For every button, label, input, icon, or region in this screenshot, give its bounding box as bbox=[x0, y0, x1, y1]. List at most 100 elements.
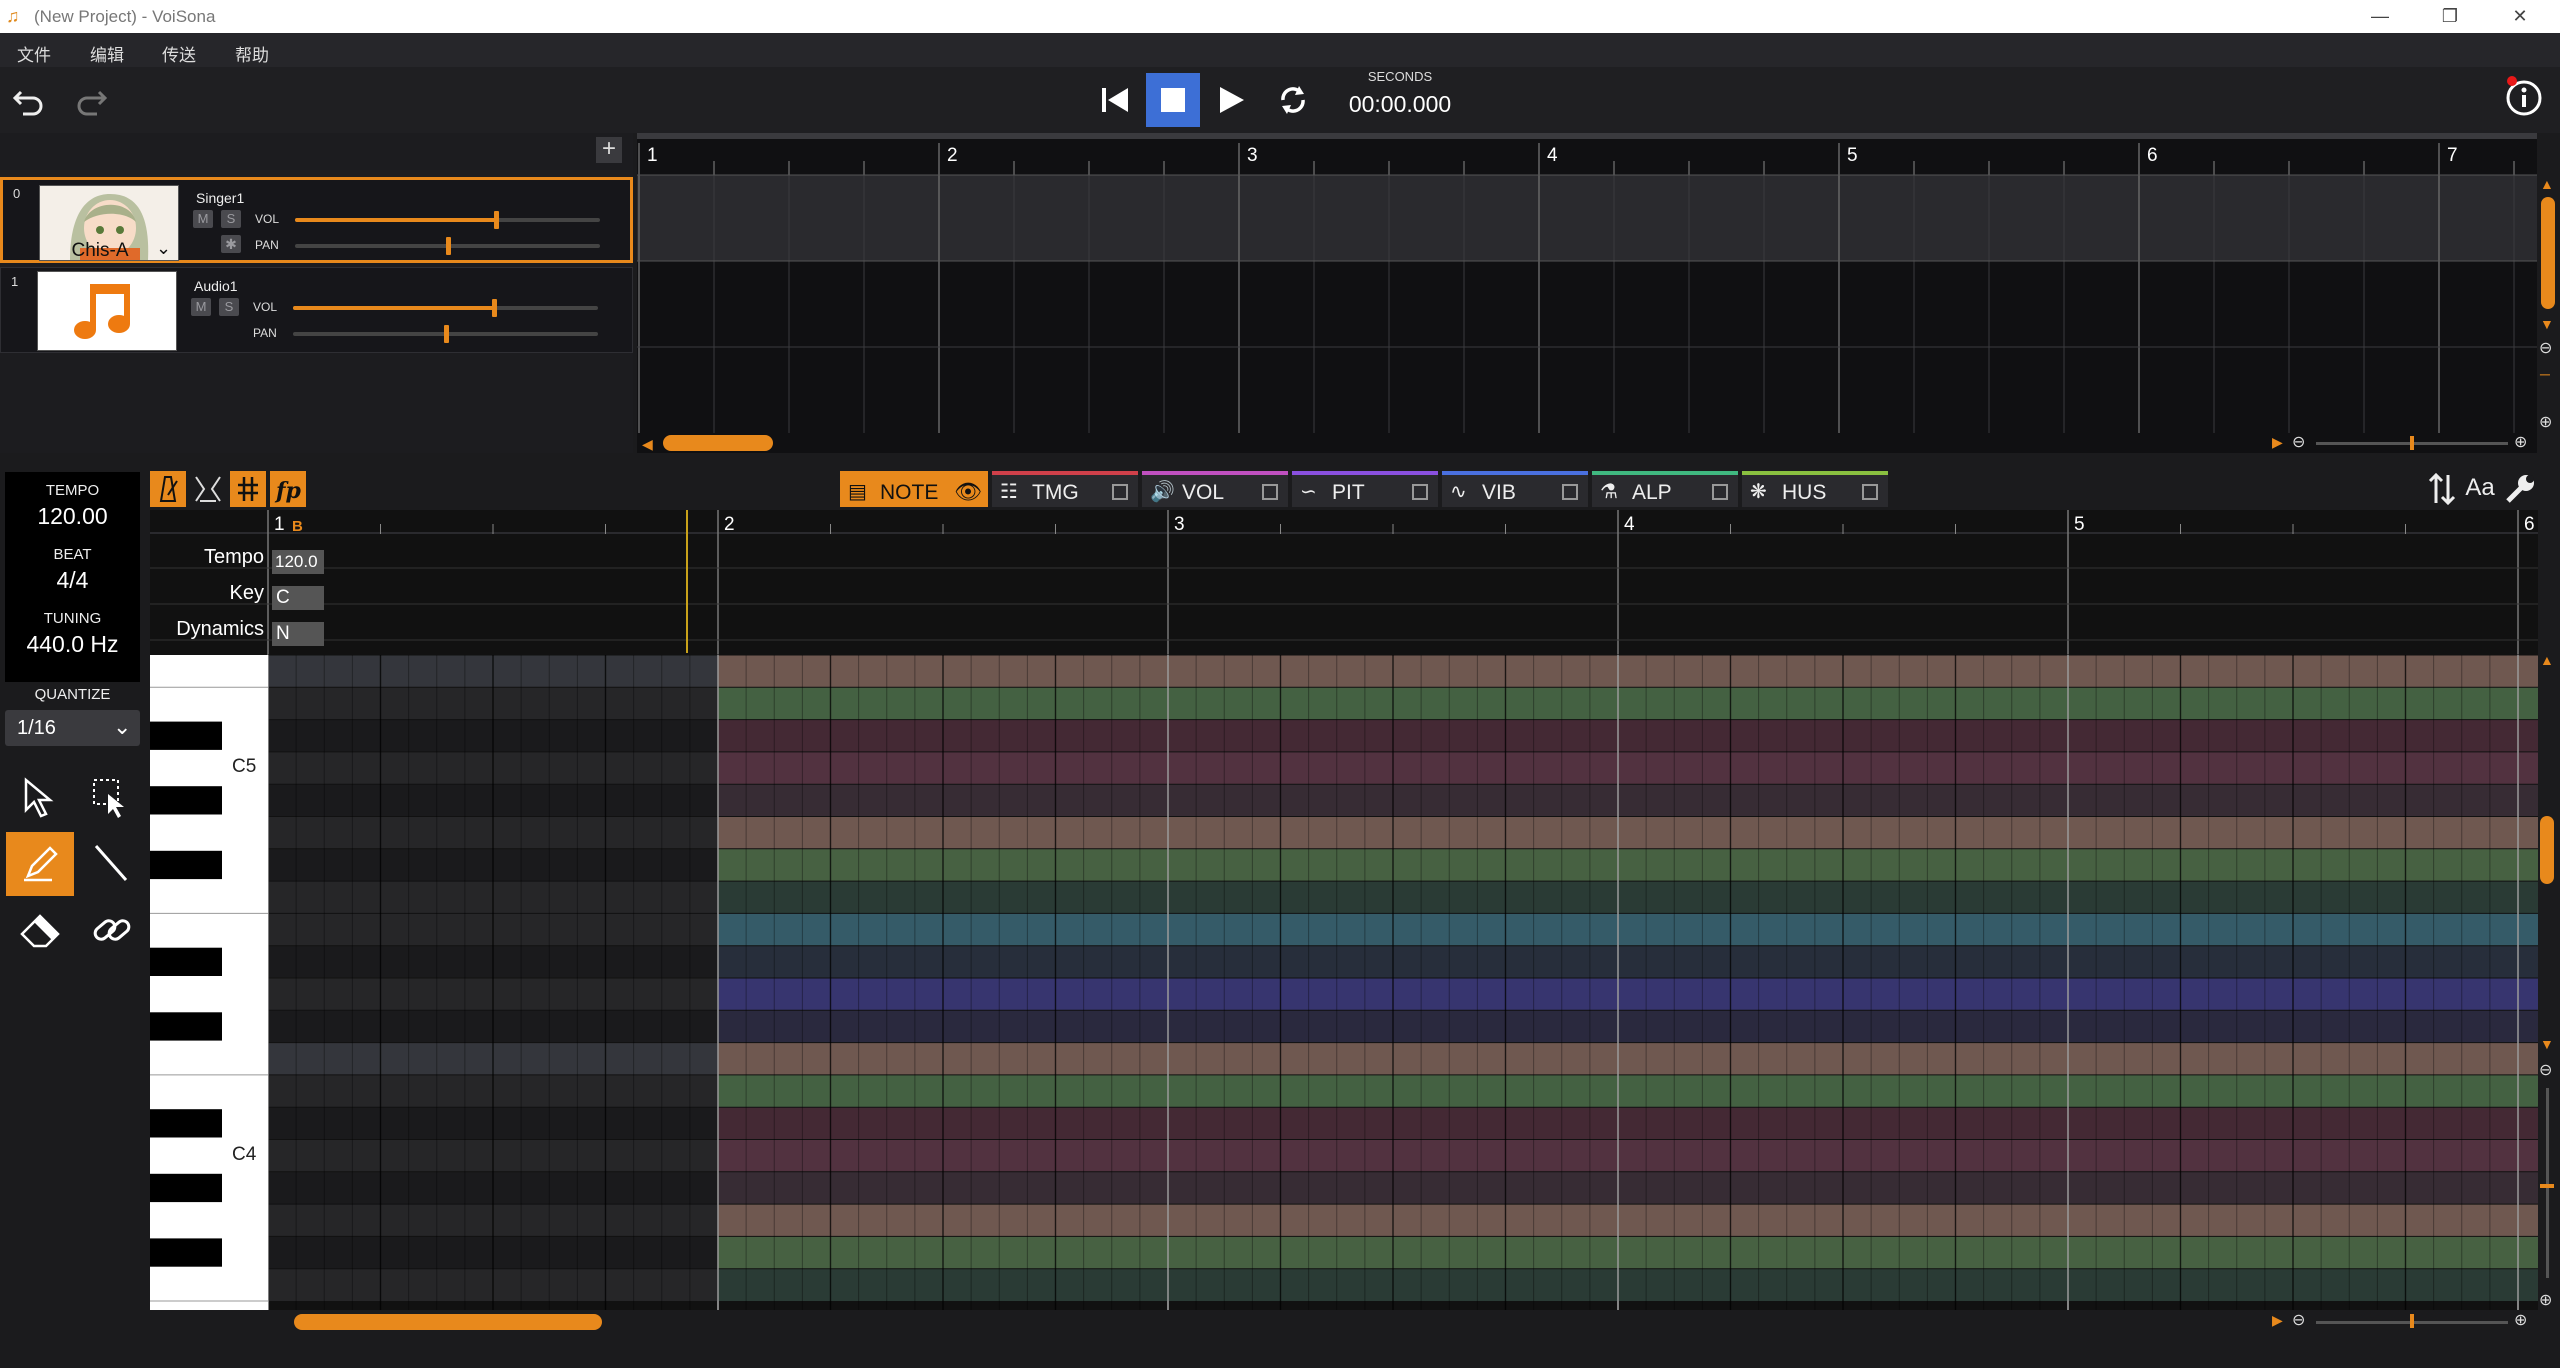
lyrics-button[interactable]: Aa bbox=[2462, 474, 2498, 504]
tab-hus[interactable]: ❋ HUS bbox=[1742, 471, 1888, 507]
arrange-h-scrollbar[interactable] bbox=[663, 435, 773, 451]
undo-button[interactable] bbox=[2, 73, 56, 127]
zoom-in-icon[interactable]: ⊕ bbox=[2539, 412, 2552, 432]
redo-button[interactable] bbox=[64, 73, 118, 127]
zoom-out-icon[interactable]: ⊖ bbox=[2539, 1060, 2552, 1080]
settings-button[interactable] bbox=[2502, 471, 2538, 507]
key-signature-button[interactable] bbox=[230, 471, 266, 507]
eraser-tool-button[interactable] bbox=[14, 902, 70, 958]
info-button[interactable] bbox=[2504, 76, 2544, 116]
tab-vib[interactable]: ∿ VIB bbox=[1442, 471, 1588, 507]
zoom-in-icon[interactable]: ⊕ bbox=[2539, 1290, 2552, 1310]
beat-marker[interactable]: B bbox=[292, 518, 303, 535]
zoom-out-icon[interactable]: ⊖ bbox=[2292, 1310, 2305, 1330]
dynamics-button[interactable]: fp bbox=[270, 471, 306, 507]
pan-slider[interactable] bbox=[295, 237, 600, 255]
v-zoom-knob[interactable] bbox=[2540, 1184, 2554, 1188]
adjust-button[interactable] bbox=[2424, 471, 2460, 507]
pit-checkbox[interactable] bbox=[1412, 484, 1428, 500]
metronome-button[interactable] bbox=[150, 471, 186, 507]
app-logo-icon: ♫ bbox=[6, 6, 20, 26]
chevron-down-icon: ⌄ bbox=[156, 238, 172, 258]
select-tool-button[interactable] bbox=[16, 772, 66, 822]
menu-transport[interactable]: 传送 bbox=[162, 41, 196, 66]
line-tool-button[interactable] bbox=[84, 836, 140, 892]
scroll-up-icon[interactable]: ▲ bbox=[2540, 176, 2554, 192]
vib-checkbox[interactable] bbox=[1562, 484, 1578, 500]
scroll-right-icon[interactable]: ▶ bbox=[2272, 434, 2283, 451]
play-button[interactable] bbox=[1204, 73, 1258, 127]
zoom-out-icon[interactable]: ⊖ bbox=[2539, 338, 2552, 358]
arrange-bar-number: 1 bbox=[647, 145, 658, 166]
stop-button[interactable] bbox=[1146, 73, 1200, 127]
audio-thumbnail[interactable] bbox=[37, 271, 177, 351]
tempo-row-label: Tempo bbox=[203, 546, 264, 568]
minimize-button[interactable]: — bbox=[2350, 0, 2410, 33]
scroll-down-icon[interactable]: ▼ bbox=[2540, 316, 2554, 332]
quantize-select[interactable]: 1/16 ⌄ bbox=[5, 710, 140, 746]
dynamics-event[interactable]: N bbox=[272, 622, 324, 646]
tempo-event[interactable]: 120.0 bbox=[272, 550, 324, 574]
link-tool-button[interactable] bbox=[84, 902, 140, 958]
pencil-tool-button[interactable] bbox=[6, 832, 74, 896]
v-zoom-slider[interactable] bbox=[2546, 1088, 2549, 1278]
solo-button[interactable]: S bbox=[219, 298, 239, 316]
tab-note[interactable]: ▤ NOTE 👁 bbox=[840, 471, 988, 507]
rewind-button[interactable] bbox=[1088, 73, 1142, 127]
tab-vol[interactable]: 🔊 VOL bbox=[1142, 471, 1288, 507]
tab-tmg[interactable]: ☷ TMG bbox=[992, 471, 1138, 507]
beat-value[interactable]: 4/4 bbox=[5, 563, 140, 594]
track-audio1[interactable]: 1 Audio1 M S VOL PAN bbox=[0, 267, 633, 353]
pan-slider[interactable] bbox=[293, 325, 598, 343]
scroll-up-icon[interactable]: ▲ bbox=[2540, 652, 2554, 668]
piano-roll[interactable]: 123456◀ Tempo Key Dynamics 120.0 C N B C… bbox=[150, 510, 2554, 1331]
singer-avatar[interactable]: Chis-A ⌄ bbox=[39, 185, 179, 261]
mute-button[interactable]: M bbox=[191, 298, 211, 316]
zoom-out-icon[interactable]: ⊖ bbox=[2292, 432, 2305, 452]
arrange-zoom-knob[interactable] bbox=[2410, 436, 2414, 450]
eye-icon[interactable]: 👁 bbox=[954, 479, 982, 505]
asterisk-button[interactable]: ✱ bbox=[221, 235, 241, 253]
scroll-right-icon[interactable]: ▶ bbox=[2272, 1312, 2283, 1329]
skip-back-icon bbox=[1102, 88, 1128, 112]
tempo-value[interactable]: 120.00 bbox=[5, 499, 140, 530]
key-label-c4: C4 bbox=[232, 1144, 257, 1165]
close-button[interactable]: ✕ bbox=[2490, 0, 2550, 33]
tmg-checkbox[interactable] bbox=[1112, 484, 1128, 500]
music-note-icon bbox=[38, 272, 176, 350]
loop-button[interactable] bbox=[1266, 73, 1320, 127]
hus-checkbox[interactable] bbox=[1862, 484, 1878, 500]
menu-edit[interactable]: 编辑 bbox=[90, 41, 124, 66]
voice-icon bbox=[195, 476, 221, 502]
menu-file[interactable]: 文件 bbox=[17, 41, 51, 66]
zoom-in-icon[interactable]: ⊕ bbox=[2514, 1310, 2527, 1330]
menu-help[interactable]: 帮助 bbox=[235, 41, 269, 66]
track-singer1[interactable]: 0 Chis-A ⌄ Singer1 M S ✱ VOL PAN bbox=[0, 177, 633, 263]
pointer-icon bbox=[24, 777, 54, 818]
solo-button[interactable]: S bbox=[221, 210, 241, 228]
vol-slider[interactable] bbox=[295, 211, 600, 229]
vocal-style-button[interactable] bbox=[190, 471, 226, 507]
vol-checkbox[interactable] bbox=[1262, 484, 1278, 500]
tuning-value[interactable]: 440.0 Hz bbox=[5, 627, 140, 658]
tab-pit[interactable]: ∽ PIT bbox=[1292, 471, 1438, 507]
time-format-label[interactable]: SECONDS bbox=[1345, 69, 1455, 84]
tab-alp[interactable]: ⚗ ALP bbox=[1592, 471, 1738, 507]
arrangement-view[interactable]: 1 2 3 4 5 6 7 ◀ bbox=[637, 133, 2555, 453]
zoom-in-icon[interactable]: ⊕ bbox=[2514, 432, 2527, 452]
quantize-value: 1/16 bbox=[17, 717, 56, 739]
scroll-down-icon[interactable]: ▼ bbox=[2540, 1036, 2554, 1052]
mute-button[interactable]: M bbox=[193, 210, 213, 228]
v-zoom-knob[interactable]: ─ bbox=[2540, 366, 2550, 382]
vol-slider[interactable] bbox=[293, 299, 598, 317]
add-track-button[interactable]: + bbox=[596, 137, 622, 163]
tempo-label: TEMPO bbox=[45, 482, 100, 499]
restore-button[interactable]: ❐ bbox=[2420, 0, 2480, 33]
key-event[interactable]: C bbox=[272, 586, 324, 610]
roll-h-scrollbar[interactable] bbox=[294, 1314, 602, 1330]
transport-bar: SECONDS 00:00.000 bbox=[0, 67, 2560, 133]
window-title: (New Project) - VoiSona bbox=[34, 7, 216, 26]
roll-zoom-knob[interactable] bbox=[2410, 1314, 2414, 1328]
range-select-tool-button[interactable] bbox=[84, 772, 134, 822]
alp-checkbox[interactable] bbox=[1712, 484, 1728, 500]
